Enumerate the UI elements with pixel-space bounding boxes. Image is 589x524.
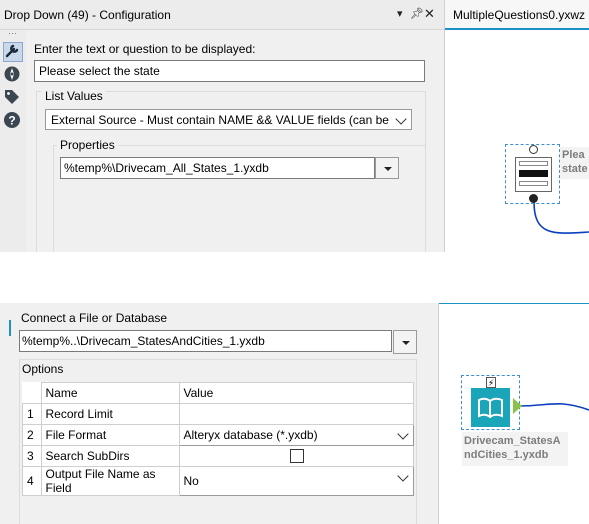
connect-label: Connect a File or Database: [21, 311, 168, 325]
table-row[interactable]: 4 Output File Name as Field No: [22, 466, 414, 496]
file-format-value: Alteryx database (*.yxdb): [183, 428, 318, 442]
input-tool-caption: Drivecam_StatesA ndCities_1.yxdb: [462, 432, 568, 466]
config-sidebar: ··· ?: [0, 28, 26, 252]
output-anchor-icon: [529, 194, 538, 203]
grip-icon: ···: [8, 28, 17, 38]
caption-line-2: ndCities_1.yxdb: [464, 449, 549, 461]
row-number: 4: [22, 466, 42, 496]
panel-menu-icon[interactable]: ▾: [397, 7, 403, 20]
input-config-body: Connect a File or Database %temp%..\Driv…: [0, 303, 438, 524]
config-title: Drop Down (49) - Configuration: [4, 8, 171, 22]
dropdown-tool[interactable]: [505, 144, 560, 204]
tool-icon-line: [519, 161, 548, 166]
dropdown-arrow-icon: [402, 341, 410, 345]
config-title-bar: Drop Down (49) - Configuration ▾ 📌︎ ✕: [0, 0, 444, 30]
close-icon[interactable]: ✕: [424, 6, 435, 22]
input-data-tool[interactable]: ⚡︎: [461, 375, 522, 430]
option-name: Search SubDirs: [40, 445, 180, 467]
row-number: 2: [22, 424, 42, 446]
option-name: Output File Name as Field: [40, 466, 180, 496]
source-select-value: External Source - Must contain NAME && V…: [51, 113, 412, 127]
file-format-select[interactable]: Alteryx database (*.yxdb): [178, 424, 414, 446]
option-name: File Format: [40, 424, 180, 446]
tab-workflow-label: MultipleQuestions0.yxwz: [453, 8, 586, 22]
tool-icon-line: [519, 181, 548, 186]
table-row[interactable]: 2 File Format Alteryx database (*.yxdb): [22, 424, 414, 446]
book-icon: [471, 388, 510, 427]
dropdown-arrow-icon: [384, 167, 392, 171]
column-header-value: Value: [178, 382, 414, 404]
search-subdirs-cell: [178, 445, 414, 467]
dropdown-tool-caption: Plea state: [560, 147, 589, 179]
wrench-icon[interactable]: [3, 42, 23, 62]
options-label: Options: [22, 362, 64, 376]
caption-line-2: state: [562, 163, 588, 175]
output-filename-value: No: [183, 474, 199, 488]
prompt-input[interactable]: Please select the state: [34, 60, 425, 82]
chevron-down-icon: [397, 470, 409, 482]
grid-header: Name Value: [22, 382, 414, 404]
connector-line: [533, 201, 589, 234]
tab-workflow[interactable]: MultipleQuestions0.yxwz: [445, 0, 589, 30]
help-icon[interactable]: ?: [3, 111, 21, 129]
connect-file-input[interactable]: %temp%..\Drivecam_StatesAndCities_1.yxdb: [19, 330, 392, 352]
input-anchor-icon: [529, 145, 538, 154]
record-limit-input[interactable]: [178, 403, 414, 425]
caption-line-1: Drivecam_StatesA: [464, 435, 561, 447]
connect-browse-button[interactable]: [393, 330, 417, 354]
properties-label: Properties: [57, 138, 118, 152]
tool-icon-bar: [519, 170, 548, 177]
row-number: 3: [22, 445, 42, 467]
file-path-input[interactable]: %temp%\Drivecam_All_States_1.yxdb: [60, 157, 375, 179]
source-select[interactable]: External Source - Must contain NAME && V…: [45, 109, 412, 130]
lightning-icon: ⚡︎: [486, 377, 496, 388]
row-number: 1: [22, 403, 42, 425]
svg-text:?: ?: [8, 114, 15, 128]
output-anchor-icon: [513, 398, 522, 414]
output-filename-select[interactable]: No: [178, 466, 414, 496]
option-name: Record Limit: [40, 403, 180, 425]
pin-icon[interactable]: 📌︎: [410, 7, 424, 20]
chevron-down-icon: [395, 113, 407, 125]
column-header-name: Name: [40, 382, 180, 404]
config-body: Enter the text or question to be display…: [26, 30, 444, 252]
options-grid: Name Value 1 Record Limit 2 File Format …: [22, 382, 414, 496]
list-values-label: List Values: [42, 89, 106, 103]
table-row[interactable]: 1 Record Limit: [22, 403, 414, 425]
focus-marker: [9, 320, 11, 336]
table-row[interactable]: 3 Search SubDirs: [22, 445, 414, 467]
file-browse-button[interactable]: [375, 157, 399, 179]
tag-icon[interactable]: [3, 88, 21, 106]
chevron-down-icon: [397, 428, 409, 440]
dropdown-tool-icon: [515, 157, 552, 192]
compass-icon[interactable]: [3, 65, 21, 83]
caption-line-1: Plea: [562, 149, 585, 161]
grid-corner: [22, 382, 42, 404]
prompt-label: Enter the text or question to be display…: [34, 42, 256, 56]
search-subdirs-checkbox[interactable]: [289, 449, 304, 463]
